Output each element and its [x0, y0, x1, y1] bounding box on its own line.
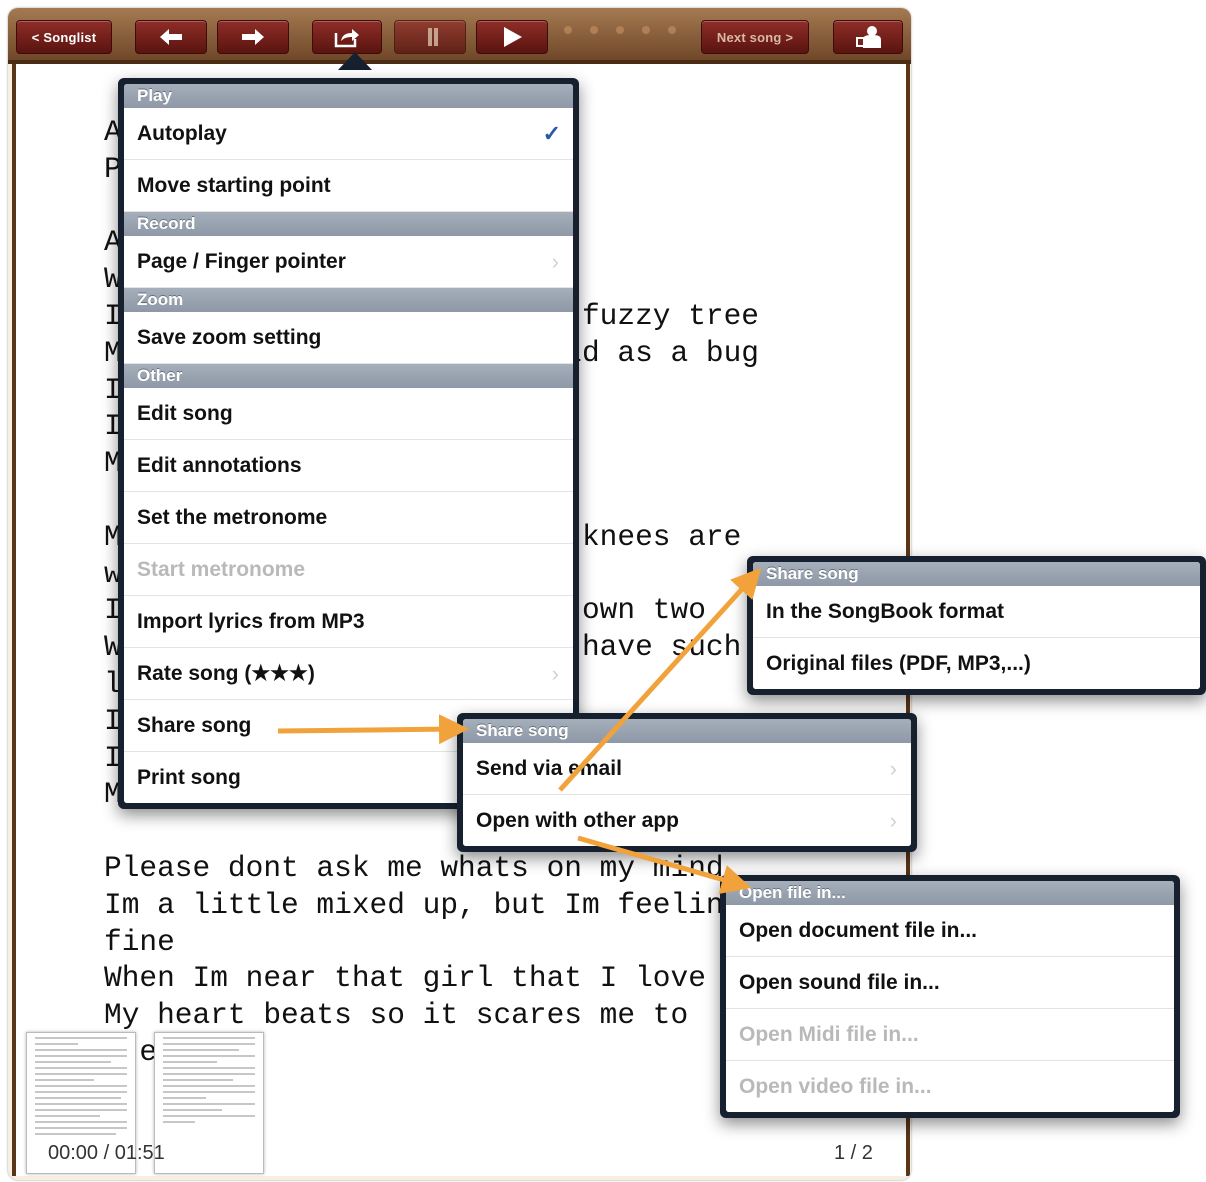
menu-item-label: Open Midi file in... — [739, 1023, 919, 1046]
menu-item-edit-annotations[interactable]: Edit annotations — [124, 440, 573, 492]
share-song-header: Share song — [463, 719, 911, 743]
next-song-button[interactable]: Next song > — [701, 20, 809, 54]
menu-item-set-metronome[interactable]: Set the metronome — [124, 492, 573, 544]
toolbar: < Songlist Next song > — [8, 8, 911, 64]
section-header-other: Other — [124, 364, 573, 388]
section-header-record: Record — [124, 212, 573, 236]
chevron-right-icon: › — [551, 249, 559, 274]
menu-item-move-starting-point[interactable]: Move starting point — [124, 160, 573, 212]
open-file-header: Open file in... — [726, 881, 1174, 905]
menu-item-label: Print song — [137, 766, 241, 789]
back-button[interactable] — [135, 20, 207, 54]
menu-item-open-video: Open video file in... — [726, 1061, 1174, 1112]
menu-item-label: Save zoom setting — [137, 326, 322, 349]
pause-icon — [428, 28, 432, 46]
menu-item-label: Edit annotations — [137, 454, 302, 477]
decorative-dot — [564, 26, 572, 34]
menu-item-label: Edit song — [137, 402, 233, 425]
decorative-dot — [642, 26, 650, 34]
decorative-dot — [616, 26, 624, 34]
menu-item-label: Open video file in... — [739, 1075, 932, 1098]
share-button[interactable] — [312, 20, 382, 54]
menu-item-label: Move starting point — [137, 174, 331, 197]
menu-item-label: Share song — [137, 714, 252, 737]
menu-item-label: Rate song (★★★) — [137, 662, 315, 685]
menu-item-label: Set the metronome — [137, 506, 328, 529]
chevron-right-icon: › — [551, 661, 559, 686]
popover-caret — [338, 52, 372, 70]
menu-item-label: Page / Finger pointer — [137, 250, 346, 273]
menu-item-label: Send via email — [476, 757, 622, 780]
chevron-right-icon: › — [889, 756, 897, 781]
menu-item-label: Import lyrics from MP3 — [137, 610, 365, 633]
menu-item-songbook-format[interactable]: In the SongBook format — [753, 586, 1200, 638]
menu-item-label: Open with other app — [476, 809, 679, 832]
menu-item-label: Start metronome — [137, 558, 306, 581]
menu-item-open-document[interactable]: Open document file in... — [726, 905, 1174, 957]
band-icon — [856, 26, 881, 48]
menu-item-label: In the SongBook format — [766, 600, 1004, 623]
checkmark-icon: ✓ — [542, 121, 561, 146]
songlist-button[interactable]: < Songlist — [16, 20, 112, 54]
menu-item-save-zoom-setting[interactable]: Save zoom setting — [124, 312, 573, 364]
pause-button[interactable] — [394, 20, 466, 54]
page-indicator: 1 / 2 — [834, 1142, 873, 1164]
play-icon — [504, 27, 522, 47]
page-thumbnail-2[interactable] — [154, 1032, 264, 1174]
menu-item-open-sound[interactable]: Open sound file in... — [726, 957, 1174, 1009]
playback-time: 00:00 / 01:51 — [48, 1142, 165, 1164]
section-header-play: Play — [124, 84, 573, 108]
song-menu-popover: Play Autoplay ✓ Move starting point Recor… — [118, 78, 579, 809]
right-arrow-icon — [242, 29, 264, 45]
section-header-zoom: Zoom — [124, 288, 573, 312]
left-arrow-icon — [160, 29, 182, 45]
menu-item-rate-song[interactable]: Rate song (★★★) › — [124, 648, 573, 700]
menu-item-import-lyrics[interactable]: Import lyrics from MP3 — [124, 596, 573, 648]
menu-item-start-metronome: Start metronome — [124, 544, 573, 596]
menu-item-label: Autoplay — [137, 122, 227, 145]
menu-item-page-finger-pointer[interactable]: Page / Finger pointer › — [124, 236, 573, 288]
decorative-dot — [668, 26, 676, 34]
menu-item-label: Open document file in... — [739, 919, 978, 942]
forward-button[interactable] — [217, 20, 289, 54]
share-song-popover: Share song Send via email › Open with oth… — [457, 713, 917, 852]
play-button[interactable] — [476, 20, 548, 54]
chevron-right-icon: › — [889, 808, 897, 833]
menu-item-send-via-email[interactable]: Send via email › — [463, 743, 911, 795]
share-icon — [334, 29, 359, 48]
share-format-popover: Share song In the SongBook format Origin… — [747, 556, 1206, 695]
menu-item-original-files[interactable]: Original files (PDF, MP3,...) — [753, 638, 1200, 689]
decorative-dot — [590, 26, 598, 34]
menu-item-open-with-other-app[interactable]: Open with other app › — [463, 795, 911, 846]
menu-item-label: Open sound file in... — [739, 971, 940, 994]
menu-item-edit-song[interactable]: Edit song — [124, 388, 573, 440]
menu-item-autoplay[interactable]: Autoplay ✓ — [124, 108, 573, 160]
band-button[interactable] — [833, 20, 903, 54]
menu-item-label: Original files (PDF, MP3,...) — [766, 652, 1031, 675]
share-format-header: Share song — [753, 562, 1200, 586]
open-file-popover: Open file in... Open document file in...… — [720, 875, 1180, 1118]
menu-item-open-midi: Open Midi file in... — [726, 1009, 1174, 1061]
